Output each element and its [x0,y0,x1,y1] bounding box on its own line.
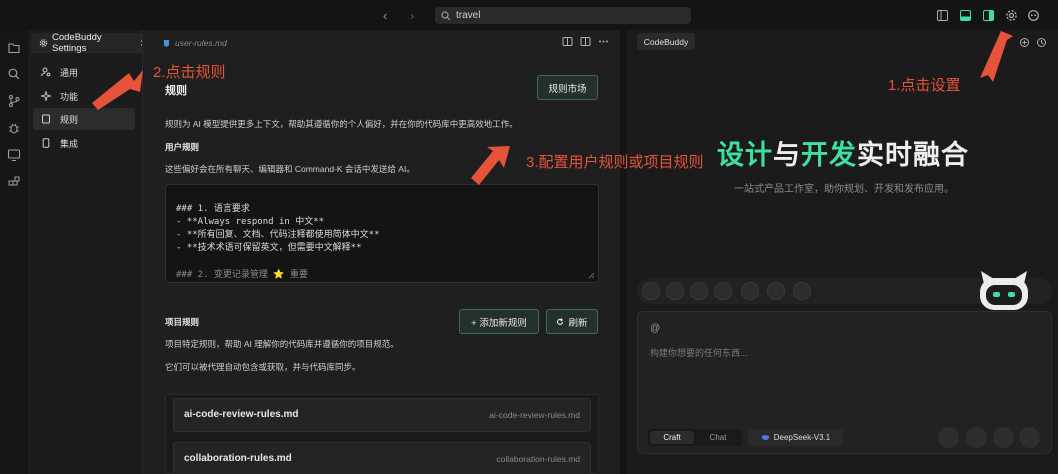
tab-label: CodeBuddy Settings [52,32,102,54]
markdown-file-icon [163,39,170,47]
search-value: travel [456,10,481,21]
mode-toggle[interactable]: Craft Chat [648,429,742,446]
code-line: ### 1. 语言要求 [176,204,250,214]
task-list-icon[interactable] [966,427,987,448]
send-icon[interactable] [1019,427,1040,448]
model-name: DeepSeek-V3.1 [773,433,831,442]
hero-part-4: 实时融合 [857,140,969,170]
rule-filename: collaboration-rules.md [496,454,580,464]
open-preview-icon[interactable] [562,36,573,47]
back-button[interactable]: ‹ [383,8,387,23]
mode-craft[interactable]: Craft [650,431,694,444]
hero-subtitle: 一站式产品工作室，助你规划、开发和发布应用。 [734,184,954,195]
toggle-secondary-sidebar-icon[interactable] [982,9,995,22]
user-rules-heading: 用户规则 [165,142,200,152]
tab-label: user-rules.md [175,38,227,48]
project-rules-description: 项目特定规则，帮助 AI 理解你的代码库并遵循你的项目规范。 [165,339,399,349]
sidebar-item-features[interactable]: 功能 [33,85,135,107]
sidebar-item-label: 功能 [60,91,79,102]
sidebar-item-label: 规则 [60,114,79,125]
more-actions-icon[interactable] [598,36,609,47]
mode-chat[interactable]: Chat [696,431,740,444]
refresh-icon [557,317,564,325]
search-icon[interactable] [7,67,21,81]
sidebar-item-rules[interactable]: 规则 [33,108,135,130]
project-rules-sync-note: 它们可以被代理自动包含或获取，并与代码库同步。 [165,362,361,372]
chat-input-placeholder[interactable]: 构建你想要的任何东西... [650,346,748,359]
refresh-button[interactable]: 刷新 [546,309,598,334]
code-line: - **技术术语可保留英文，但需要中文解释** [176,243,362,253]
tool-hash-icon[interactable] [642,282,660,300]
model-selector[interactable]: DeepSeek-V3.1 [748,429,843,446]
hero-title: 设计与开发实时融合 [717,133,969,172]
enhance-prompt-icon[interactable] [993,427,1014,448]
list-item[interactable]: collaboration-rules.md collaboration-rul… [173,442,591,474]
tool-link-icon[interactable] [714,282,732,300]
source-control-icon[interactable] [7,94,21,108]
code-line: - **Always respond in 中文** [176,217,325,227]
code-line: - **所有回复、文档、代码注释都使用简体中文** [176,230,380,240]
document-icon [42,114,50,124]
mention-button[interactable]: @ [650,323,660,334]
sidebar-item-integrations[interactable]: 集成 [33,132,135,154]
tool-image-icon[interactable] [741,282,759,300]
tab-codebuddy-settings[interactable]: CodeBuddy Settings × [31,32,147,54]
add-rule-button[interactable]: + 添加新规则 [459,309,539,334]
panel-divider[interactable] [620,30,627,474]
sidebar-item-label: 通用 [60,67,79,78]
explorer-icon[interactable] [7,41,21,55]
rule-name: ai-code-review-rules.md [184,409,299,420]
sidebar-item-label: 集成 [60,138,79,149]
hero-part-1: 设计 [717,140,773,170]
palette-icon[interactable] [938,427,959,448]
forward-button[interactable]: › [410,8,414,23]
tab-codebuddy[interactable]: CodeBuddy [637,33,695,50]
tool-rocket-icon[interactable] [793,282,811,300]
annotation-step-3: 3.配置用户规则或项目规则 [526,154,704,171]
tool-figma-icon[interactable] [666,282,684,300]
rule-name: collaboration-rules.md [184,453,292,464]
page-title: 规则 [165,85,187,97]
sidebar-item-general[interactable]: 通用 [33,61,135,83]
annotation-step-1: 1.点击设置 [888,77,961,94]
tab-user-rules[interactable]: user-rules.md [163,38,227,48]
title-bar: ‹ › travel [0,0,1058,30]
user-rules-textarea[interactable]: ### 1. 语言要求 - **Always respond in 中文** -… [165,184,599,283]
project-rules-heading: 项目规则 [165,317,200,327]
resize-handle-icon[interactable] [588,272,595,279]
split-editor-icon[interactable] [580,36,591,47]
copilot-icon[interactable] [1027,9,1040,22]
hero-part-3: 开发 [801,140,857,170]
hero-part-2: 与 [773,140,801,170]
rules-market-button[interactable]: 规则市场 [537,75,598,100]
new-chat-icon[interactable] [1019,37,1030,48]
gear-icon[interactable] [1005,9,1018,22]
history-icon[interactable] [1036,37,1047,48]
list-item[interactable]: ai-code-review-rules.md ai-code-review-r… [173,398,591,432]
rules-description: 规则为 AI 模型提供更多上下文，帮助其遵循你的个人偏好，并在你的代码库中更高效… [165,119,518,129]
refresh-label: 刷新 [568,317,588,329]
debug-icon[interactable] [7,121,21,135]
gear-icon [39,39,48,47]
code-line: ### 2. 变更记录管理 ⭐ 重要 [176,270,308,280]
activity-bar [0,30,28,474]
user-settings-icon [41,67,51,77]
user-rules-description: 这些偏好会在所有聊天、编辑器和 Command-K 会话中发送给 AI。 [165,164,415,174]
deepseek-logo-icon [761,434,770,440]
annotation-step-2: 2.点击规则 [153,64,226,81]
search-icon [441,10,451,20]
extensions-icon[interactable] [7,175,21,189]
codebuddy-mascot-icon [980,271,1028,310]
rule-filename: ai-code-review-rules.md [489,410,580,420]
phone-icon [42,138,50,148]
sparkle-icon [41,91,51,101]
search-box[interactable]: travel [435,7,691,24]
toggle-panel-icon[interactable] [959,9,972,22]
tool-preview-icon[interactable] [767,282,785,300]
tool-components-icon[interactable] [690,282,708,300]
toggle-primary-sidebar-icon[interactable] [936,9,949,22]
remote-explorer-icon[interactable] [7,148,21,162]
